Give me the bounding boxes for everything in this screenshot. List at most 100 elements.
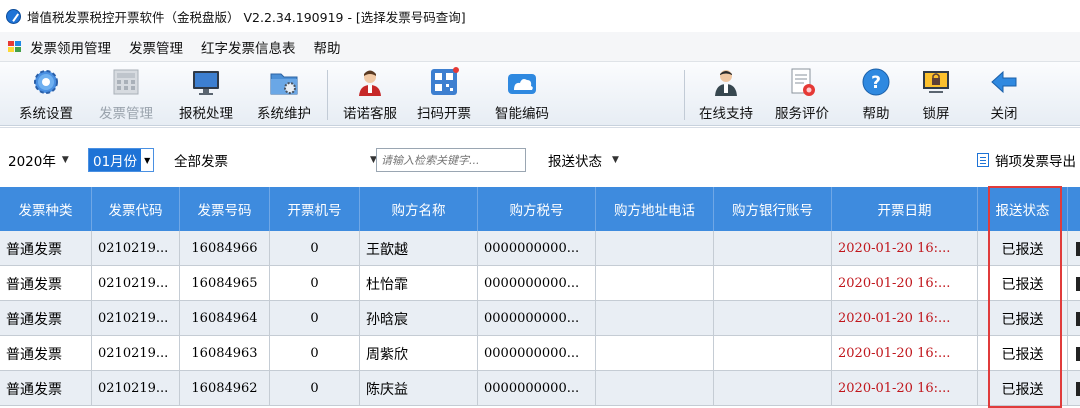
toolbar-nuonuo-service[interactable]: 诺诺客服: [334, 62, 406, 126]
menu-app-icon: [8, 40, 22, 53]
invoice-code-cell: 0210219...: [92, 301, 180, 336]
toolbar-close[interactable]: 关闭: [968, 62, 1040, 126]
report-status-cell: 已报送: [978, 231, 1068, 266]
buyer-tax-id-cell: 0000000000...: [478, 336, 596, 371]
buyer-tax-id-cell: 0000000000...: [478, 371, 596, 406]
buyer-bank-account-cell: [714, 371, 832, 406]
year-select[interactable]: 2020年 ▼: [8, 148, 69, 172]
row-edge-marker: [1076, 382, 1080, 396]
toolbar-separator: [684, 70, 685, 120]
buyer-address-phone-cell: [596, 301, 714, 336]
buyer-bank-account-cell: [714, 336, 832, 371]
table-row[interactable]: 普通发票 0210219... 16084965 0 杜怡霏 0000000000... 2…: [0, 266, 1080, 301]
buyer-tax-id-cell: 0000000000...: [478, 266, 596, 301]
column-header[interactable]: 发票种类: [0, 187, 92, 231]
toolbar-lock-screen[interactable]: 锁屏: [900, 62, 972, 126]
machine-number-cell: 0: [270, 266, 360, 301]
export-icon: [977, 153, 989, 167]
menu-invoice-receive[interactable]: 发票领用管理: [30, 37, 111, 57]
column-header[interactable]: 购方银行账号: [714, 187, 832, 231]
menu-invoice-manage[interactable]: 发票管理: [129, 37, 183, 57]
table-header: 发票种类 发票代码 发票号码 开票机号 购方名称 购方税号 购方地址电话 购方银…: [0, 187, 1080, 231]
title-bar: 增值税发票税控开票软件（金税盘版） V2.2.34.190919 - [选择发票…: [0, 0, 1080, 32]
invoice-date-cell: 2020-01-20 16:...: [832, 266, 978, 301]
back-arrow-icon: [988, 66, 1020, 98]
filter-bar: 2020年 ▼ 01月份 ▼ 全部发票 ▼ 报送状态 ▼ 销项发票导出: [0, 127, 1080, 187]
toolbar-scan-invoice[interactable]: 扫码开票: [408, 62, 480, 126]
buyer-name-cell: 陈庆益: [360, 371, 478, 406]
row-edge-marker: [1076, 312, 1080, 326]
invoice-code-cell: 0210219...: [92, 371, 180, 406]
toolbar-service-rating[interactable]: 服务评价: [766, 62, 838, 126]
folder-gear-icon: [268, 66, 300, 98]
menu-bar: 发票领用管理 发票管理 红字发票信息表 帮助: [0, 32, 1080, 62]
invoice-number-cell: 16084963: [180, 336, 270, 371]
report-status-select[interactable]: 报送状态 ▼: [548, 148, 619, 172]
monitor-icon: [190, 66, 222, 98]
qr-code-icon: [428, 66, 460, 98]
column-header[interactable]: 开票机号: [270, 187, 360, 231]
column-header[interactable]: 购方名称: [360, 187, 478, 231]
table-row[interactable]: 普通发票 0210219... 16084964 0 孙晗宸 0000000000... 2…: [0, 301, 1080, 336]
gear-icon: [30, 66, 62, 98]
menu-red-invoice-info[interactable]: 红字发票信息表: [201, 37, 296, 57]
column-header[interactable]: 报送状态: [978, 187, 1068, 231]
month-select[interactable]: 01月份 ▼: [88, 148, 155, 172]
toolbar-system-settings[interactable]: 系统设置: [10, 62, 82, 126]
svg-text:?: ?: [871, 73, 881, 93]
cloud-icon: [506, 66, 538, 98]
invoice-number-cell: 16084965: [180, 266, 270, 301]
row-edge-marker: [1076, 277, 1080, 291]
buyer-name-cell: 周紫欣: [360, 336, 478, 371]
calculator-icon: [110, 66, 142, 98]
invoice-type-cell: 普通发票: [0, 336, 92, 371]
dropdown-arrow-icon: ▼: [144, 155, 151, 165]
table-row[interactable]: 普通发票 0210219... 16084962 0 陈庆益 0000000000... 2…: [0, 371, 1080, 406]
buyer-name-cell: 孙晗宸: [360, 301, 478, 336]
invoice-code-cell: 0210219...: [92, 231, 180, 266]
buyer-tax-id-cell: 0000000000...: [478, 231, 596, 266]
invoice-date-cell: 2020-01-20 16:...: [832, 231, 978, 266]
row-edge-marker: [1076, 242, 1080, 256]
toolbar-online-support[interactable]: 在线支持: [690, 62, 762, 126]
invoice-code-cell: 0210219...: [92, 336, 180, 371]
report-status-cell: 已报送: [978, 266, 1068, 301]
column-header[interactable]: 发票号码: [180, 187, 270, 231]
lock-screen-icon: [920, 66, 952, 98]
agent-icon: [354, 66, 386, 98]
buyer-address-phone-cell: [596, 336, 714, 371]
invoice-date-cell: 2020-01-20 16:...: [832, 371, 978, 406]
menu-help[interactable]: 帮助: [314, 37, 341, 57]
app-logo-icon: [6, 8, 21, 24]
column-header[interactable]: 购方税号: [478, 187, 596, 231]
invoice-type-cell: 普通发票: [0, 231, 92, 266]
column-header[interactable]: 购方地址电话: [596, 187, 714, 231]
toolbar-tax-report[interactable]: 报税处理: [170, 62, 242, 126]
export-sales-invoice-button[interactable]: 销项发票导出: [977, 148, 1076, 172]
search-input[interactable]: [376, 148, 526, 172]
buyer-bank-account-cell: [714, 301, 832, 336]
report-status-cell: 已报送: [978, 336, 1068, 371]
invoice-number-cell: 16084962: [180, 371, 270, 406]
toolbar: 系统设置 发票管理 报税处理 系统维护 诺诺客服 扫码开票 智能编码 在线支持 …: [0, 62, 1080, 126]
invoice-number-cell: 16084966: [180, 231, 270, 266]
toolbar-smart-coding[interactable]: 智能编码: [486, 62, 558, 126]
dropdown-arrow-icon: ▼: [612, 155, 619, 165]
toolbar-invoice-manage[interactable]: 发票管理: [90, 62, 162, 126]
toolbar-separator: [327, 70, 328, 120]
invoice-date-cell: 2020-01-20 16:...: [832, 336, 978, 371]
table-row[interactable]: 普通发票 0210219... 16084963 0 周紫欣 0000000000... 2…: [0, 336, 1080, 371]
table-row[interactable]: 普通发票 0210219... 16084966 0 王歆越 0000000000... 2…: [0, 231, 1080, 266]
invoice-type-cell: 普通发票: [0, 301, 92, 336]
invoice-code-cell: 0210219...: [92, 266, 180, 301]
column-header[interactable]: 发票代码: [92, 187, 180, 231]
report-status-cell: 已报送: [978, 371, 1068, 406]
buyer-bank-account-cell: [714, 231, 832, 266]
column-header[interactable]: 开票日期: [832, 187, 978, 231]
invoice-type-select[interactable]: 全部发票 ▼: [174, 148, 377, 172]
toolbar-system-maintenance[interactable]: 系统维护: [248, 62, 320, 126]
help-icon: ?: [860, 66, 892, 98]
buyer-address-phone-cell: [596, 266, 714, 301]
invoice-type-cell: 普通发票: [0, 371, 92, 406]
dropdown-arrow-icon: ▼: [61, 155, 69, 165]
